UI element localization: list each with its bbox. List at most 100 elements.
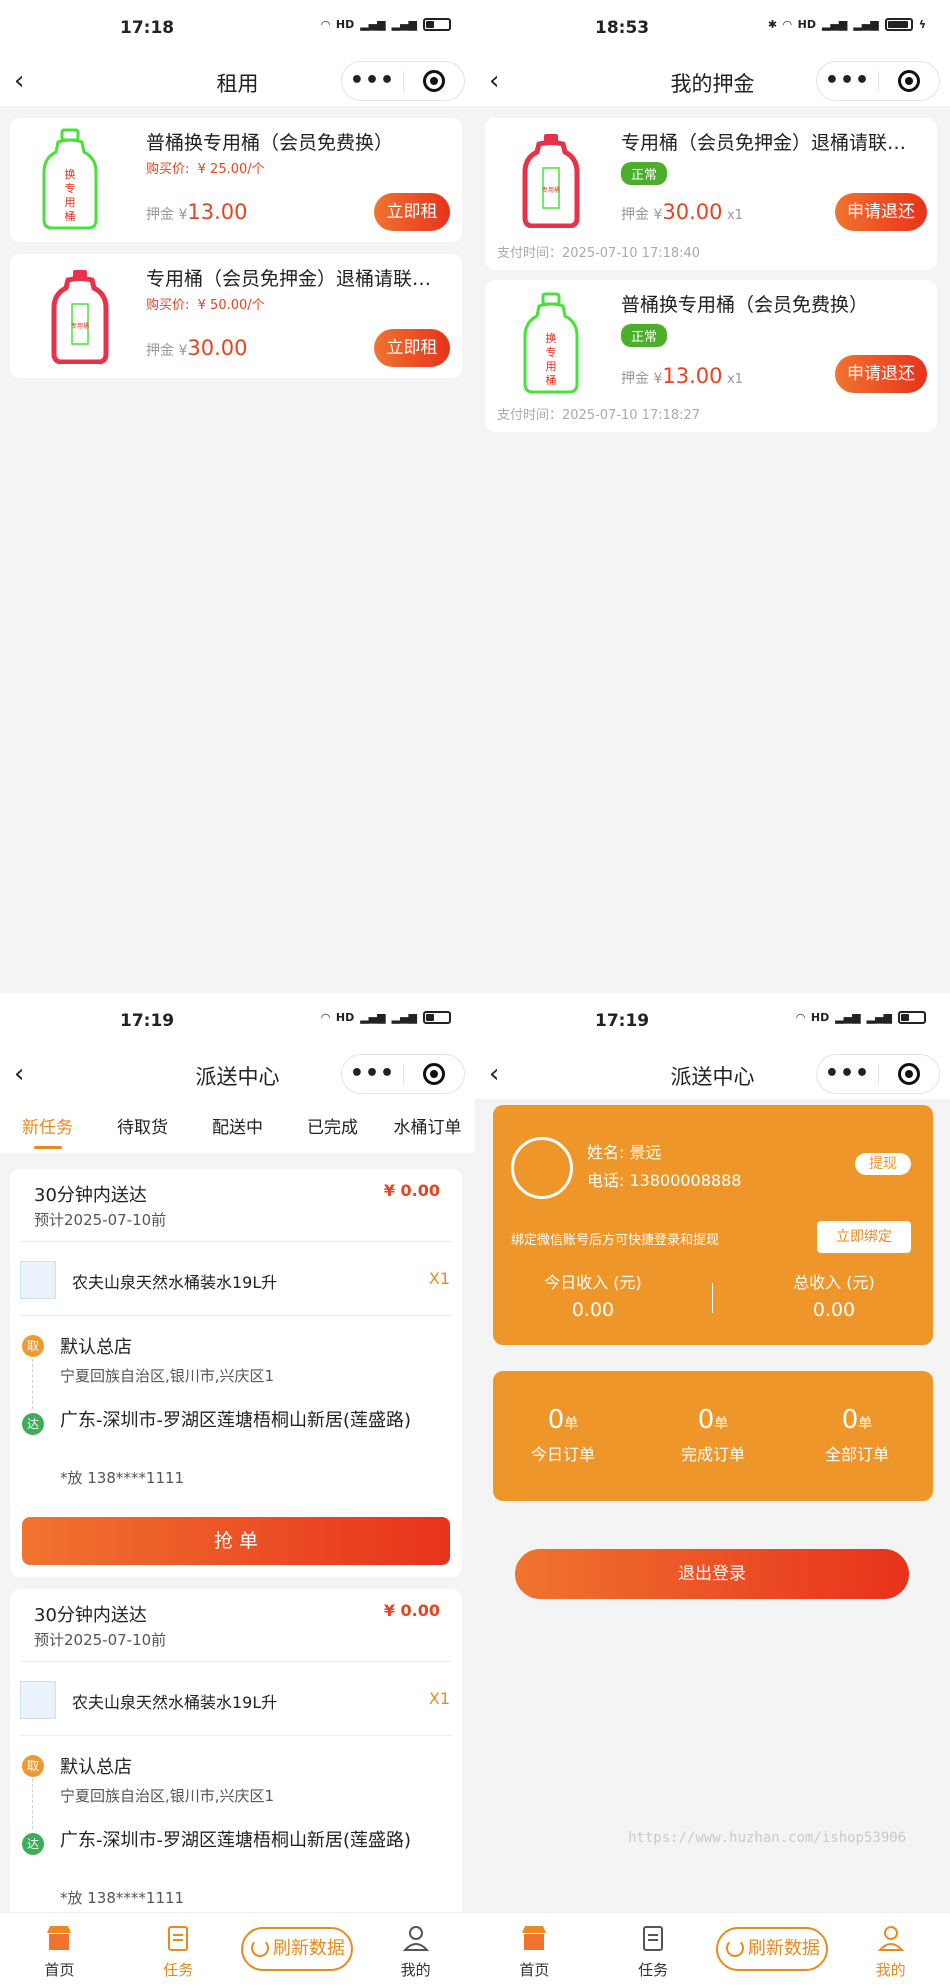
close-program-button[interactable] [879, 1063, 939, 1085]
tabbar-task[interactable]: 任务 [594, 1913, 713, 1986]
avatar [511, 1137, 573, 1199]
signal-icon: ▂▄▆ [391, 1011, 417, 1024]
close-program-button[interactable] [404, 1063, 464, 1085]
apply-refund-button[interactable]: 申请退还 [835, 193, 927, 231]
total-income-value: 0.00 [812, 1299, 856, 1321]
refresh-icon [250, 1939, 269, 1957]
wifi-icon: ◠ [783, 18, 792, 31]
stat-label: 今日订单 [530, 1445, 595, 1464]
withdraw-button[interactable]: 提现 [855, 1153, 911, 1175]
my-deposit-screen: 18:53 ✱ ◠ HD ▂▄▆ ▂▄▆ ϟ ‹ 我的押金 ••• 专用桶 专用… [475, 0, 950, 993]
wifi-icon: ◠ [796, 1011, 805, 1024]
green-bottle-icon: 换 专 用 桶 [42, 128, 98, 230]
hd-icon: HD [797, 18, 816, 31]
rent-now-button[interactable]: 立即租 [374, 329, 450, 367]
wifi-icon: ◠ [321, 18, 330, 31]
nav-bar: ‹ 租用 ••• [0, 56, 475, 106]
svg-text:专用桶: 专用桶 [542, 186, 560, 194]
tab-delivering[interactable]: 配送中 [190, 1099, 285, 1153]
target-icon [422, 70, 445, 92]
tabbar-home[interactable]: 首页 [475, 1913, 594, 1986]
goods-qty: X1 [428, 1689, 450, 1708]
task-title: 30分钟内送达 [34, 1605, 147, 1626]
grab-order-button[interactable]: 抢 单 [22, 1517, 450, 1565]
stat-unit: 单 [564, 1416, 579, 1432]
pickup-tag: 取 [22, 1335, 44, 1357]
green-bottle-icon: 换 专 用 桶 [523, 292, 579, 394]
completed-orders-stat: 0单 完成订单 [643, 1405, 783, 1465]
more-icon[interactable]: ••• [817, 1063, 878, 1085]
tabbar-mine[interactable]: 我的 [356, 1913, 475, 1986]
deposit-item-card: 专用桶 专用桶（会员免押金）退桶请联… 正常 押金 ¥30.00 x1 申请退还… [485, 118, 937, 270]
task-price: ¥ 0.00 [383, 1181, 440, 1200]
user-icon [877, 1926, 904, 1951]
destination-address: 广东-深圳市-罗湖区莲塘梧桐山新居(莲盛路) [60, 1830, 412, 1851]
refresh-data-button[interactable]: 刷新数据 [240, 1927, 353, 1971]
deposit: 押金 ¥30.00 [146, 336, 247, 360]
stat-label: 全部订单 [824, 1445, 889, 1464]
courier-name: 姓名: 景远 [587, 1143, 662, 1162]
deposit: 押金 ¥13.00 x1 [621, 364, 743, 388]
watermark: https://www.huzhan.com/ishop53906 [628, 1830, 907, 1846]
svg-text:换: 换 [546, 331, 557, 345]
close-program-button[interactable] [879, 70, 939, 92]
bind-now-button[interactable]: 立即绑定 [817, 1221, 911, 1253]
apply-refund-button[interactable]: 申请退还 [835, 355, 927, 393]
rent-now-button[interactable]: 立即租 [374, 193, 450, 231]
order-stats-card: 0单 今日订单 0单 完成订单 0单 全部订单 [493, 1371, 933, 1501]
signal-icon: ▂▄▆ [835, 1011, 861, 1024]
logout-button[interactable]: 退出登录 [515, 1549, 909, 1599]
delivery-center-tasks-screen: 17:19 ◠ HD ▂▄▆ ▂▄▆ ‹ 派送中心 ••• 新任务 待取货 配送… [0, 993, 475, 1986]
tabbar-task-label: 任务 [163, 1961, 194, 1979]
deposit-qty: x1 [726, 372, 743, 387]
more-icon[interactable]: ••• [342, 1063, 403, 1085]
deposit-label: 押金 ¥ [621, 371, 663, 387]
tabbar-task[interactable]: 任务 [119, 1913, 238, 1986]
mini-program-capsule: ••• [816, 61, 940, 101]
nav-bar: ‹ 派送中心 ••• [475, 1049, 950, 1099]
buy-price-label: 购买价: [146, 162, 190, 177]
svg-text:专用桶: 专用桶 [71, 322, 89, 330]
tabbar-mine[interactable]: 我的 [831, 1913, 950, 1986]
deposit-amount: 30.00 [662, 200, 723, 224]
buy-price: 购买价: ¥ 50.00/个 [146, 294, 265, 313]
clipboard-icon [168, 1926, 189, 1951]
tab-bucket-orders[interactable]: 水桶订单 [380, 1099, 475, 1153]
tab-pending-pickup[interactable]: 待取货 [95, 1099, 190, 1153]
store-name: 默认总店 [60, 1337, 132, 1358]
battery-icon [423, 1011, 451, 1024]
more-icon[interactable]: ••• [342, 70, 403, 92]
red-bottle-icon: 专用桶 [522, 134, 580, 228]
bind-tip: 绑定微信账号后方可快捷登录和提现 [511, 1233, 720, 1248]
tab-new-task[interactable]: 新任务 [0, 1099, 95, 1153]
shop-icon [522, 1926, 547, 1950]
task-price: ¥ 0.00 [383, 1601, 440, 1620]
tabbar-mine-label: 我的 [875, 1961, 906, 1979]
tabbar-home[interactable]: 首页 [0, 1913, 119, 1986]
signal-icon: ▂▄▆ [821, 18, 848, 31]
status-time: 17:19 [120, 1011, 175, 1031]
destination-tag: 达 [22, 1413, 44, 1435]
signal-icon: ▂▄▆ [391, 18, 417, 31]
tabbar-task-label: 任务 [638, 1961, 669, 1979]
product-name: 专用桶（会员免押金）退桶请联… [146, 268, 432, 290]
target-icon [897, 70, 920, 92]
tab-completed[interactable]: 已完成 [285, 1099, 380, 1153]
customer-phone: *放 138****1111 [60, 1889, 185, 1907]
refresh-icon [725, 1939, 744, 1957]
status-time: 17:18 [120, 18, 175, 38]
shop-icon [47, 1926, 72, 1950]
tabbar-refresh[interactable]: 刷新数据 [713, 1913, 832, 1986]
tabbar-refresh[interactable]: 刷新数据 [238, 1913, 357, 1986]
battery-icon [898, 1011, 926, 1024]
mini-program-capsule: ••• [341, 1054, 465, 1094]
close-program-button[interactable] [404, 70, 464, 92]
more-icon[interactable]: ••• [817, 70, 878, 92]
rent-item-card: 专用桶 专用桶（会员免押金）退桶请联… 购买价: ¥ 50.00/个 押金 ¥3… [10, 254, 462, 378]
clipboard-icon [643, 1926, 664, 1951]
bottom-tab-bar: 首页 任务 刷新数据 我的 [0, 1912, 475, 1986]
bluetooth-icon: ✱ [767, 18, 778, 31]
all-orders-stat: 0单 全部订单 [787, 1405, 927, 1465]
refresh-data-button[interactable]: 刷新数据 [715, 1927, 828, 1971]
bottom-tab-bar: 首页 任务 刷新数据 我的 [475, 1912, 950, 1986]
